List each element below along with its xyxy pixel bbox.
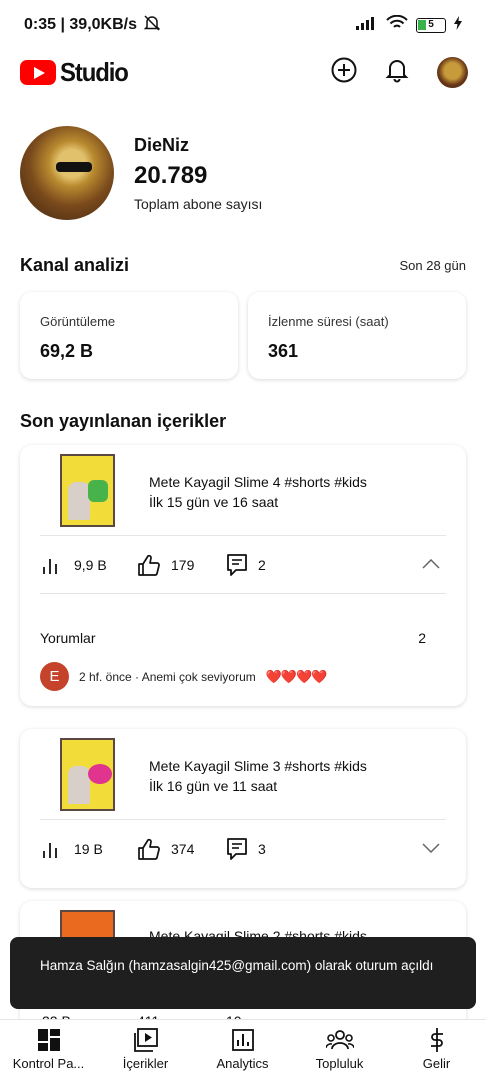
chevron-up-icon[interactable] bbox=[422, 556, 440, 574]
channel-avatar bbox=[20, 126, 114, 220]
recent-title: Son yayınlanan içerikler bbox=[20, 411, 227, 431]
comments-stat: 2 bbox=[226, 553, 266, 577]
channel-info: DieNiz 20.789 Toplam abone sayısı bbox=[134, 135, 262, 212]
header-actions bbox=[331, 56, 468, 88]
status-right: 5 bbox=[356, 14, 462, 36]
views-metric-card[interactable]: Görüntüleme 69,2 B bbox=[20, 292, 238, 379]
nav-label: Gelir bbox=[422, 1056, 451, 1071]
video-age: İlk 15 gün ve 16 saat bbox=[149, 494, 279, 510]
views-stat: 9,9 B bbox=[42, 555, 107, 575]
divider bbox=[40, 593, 446, 594]
comment-text: 2 hf. önce · Anemi çok seviyorum bbox=[79, 669, 256, 684]
comments-value: 2 bbox=[258, 557, 266, 573]
watch-time-metric-card[interactable]: İzlenme süresi (saat) 361 bbox=[248, 292, 466, 379]
recent-header: Son yayınlanan içerikler bbox=[20, 411, 466, 432]
video-stats: 9,9 B 179 2 bbox=[20, 536, 466, 594]
nav-content[interactable]: İçerikler bbox=[97, 1028, 194, 1071]
analytics-header: Kanal analizi Son 28 gün bbox=[20, 255, 466, 276]
bar-chart-icon bbox=[43, 843, 57, 858]
youtube-play-icon bbox=[20, 59, 56, 85]
video-title: Mete Kayagil Slime 3 #shorts #kids bbox=[149, 758, 367, 774]
video-stats: 19 B 374 3 bbox=[20, 820, 466, 878]
video-thumbnail[interactable] bbox=[60, 454, 115, 527]
earn-icon bbox=[430, 1028, 443, 1052]
charging-icon bbox=[454, 15, 462, 35]
commenter-avatar: E bbox=[40, 662, 69, 691]
bell-icon bbox=[385, 59, 409, 82]
account-avatar[interactable] bbox=[437, 56, 468, 88]
comments-count: 2 bbox=[418, 630, 426, 646]
channel-summary[interactable]: DieNiz 20.789 Toplam abone sayısı bbox=[20, 126, 262, 220]
views-stat: 19 B bbox=[42, 839, 103, 859]
logo-text: Studio bbox=[60, 56, 129, 87]
metric-label: Görüntüleme bbox=[40, 314, 116, 329]
nav-earn[interactable]: Gelir bbox=[388, 1028, 485, 1071]
studio-logo[interactable]: Studio bbox=[20, 57, 134, 88]
metric-value: 361 bbox=[268, 341, 299, 361]
battery-level: 5 bbox=[428, 18, 434, 30]
metric-label: İzlenme süresi (saat) bbox=[268, 314, 389, 329]
thumbs-up-icon bbox=[138, 554, 160, 576]
video-card[interactable]: Mete Kayagil Slime 4 #shorts #kids İlk 1… bbox=[20, 445, 466, 706]
metric-value: 69,2 B bbox=[40, 341, 94, 361]
battery-icon: 5 bbox=[416, 17, 446, 33]
analytics-title: Kanal analizi bbox=[20, 255, 130, 275]
video-header[interactable]: Mete Kayagil Slime 4 #shorts #kids İlk 1… bbox=[20, 445, 466, 537]
bottom-nav: Kontrol Pa... İçerikler Analytics Toplul… bbox=[0, 1019, 486, 1080]
nav-label: Topluluk bbox=[315, 1056, 364, 1071]
status-time: 0:35 | 39,0KB/s bbox=[24, 16, 137, 33]
comments-label: Yorumlar bbox=[40, 630, 96, 646]
add-circle-icon bbox=[331, 57, 357, 82]
video-age: İlk 16 gün ve 11 saat bbox=[149, 778, 278, 794]
views-value: 9,9 B bbox=[74, 557, 107, 573]
community-icon bbox=[325, 1030, 354, 1050]
analytics-icon bbox=[231, 1029, 254, 1051]
nav-analytics[interactable]: Analytics bbox=[194, 1028, 291, 1071]
bar-chart-icon bbox=[43, 559, 57, 574]
likes-stat: 179 bbox=[137, 554, 194, 576]
views-value: 19 B bbox=[74, 841, 103, 857]
nav-label: Kontrol Pa... bbox=[12, 1056, 85, 1071]
video-title: Mete Kayagil Slime 4 #shorts #kids bbox=[149, 474, 367, 490]
chevron-down-icon[interactable] bbox=[422, 840, 440, 858]
comments-header[interactable]: Yorumlar 2 bbox=[40, 630, 426, 646]
latest-comment[interactable]: E 2 hf. önce · Anemi çok seviyorum ❤️❤️❤… bbox=[40, 662, 327, 691]
nav-label: Analytics bbox=[216, 1056, 269, 1071]
video-header[interactable]: Mete Kayagil Slime 3 #shorts #kids İlk 1… bbox=[20, 729, 466, 821]
likes-value: 179 bbox=[171, 557, 195, 573]
video-card[interactable]: Mete Kayagil Slime 3 #shorts #kids İlk 1… bbox=[20, 729, 466, 888]
content-icon bbox=[133, 1028, 158, 1052]
likes-value: 374 bbox=[171, 841, 195, 857]
comment-emoji: ❤️❤️❤️❤️ bbox=[265, 668, 328, 684]
toast-message: Hamza Salğın (hamzasalgin425@gmail.com) … bbox=[40, 958, 434, 973]
subscriber-label: Toplam abone sayısı bbox=[134, 195, 263, 212]
dashboard-icon bbox=[37, 1029, 60, 1051]
create-button[interactable] bbox=[331, 57, 357, 88]
channel-name: DieNiz bbox=[134, 134, 190, 155]
nav-dashboard[interactable]: Kontrol Pa... bbox=[0, 1028, 97, 1071]
likes-stat: 374 bbox=[137, 838, 194, 860]
comments-stat: 3 bbox=[226, 837, 266, 861]
nav-label: İçerikler bbox=[122, 1056, 169, 1071]
wifi-icon bbox=[386, 14, 408, 36]
status-bar: 0:35 | 39,0KB/s 5 bbox=[0, 0, 486, 50]
signin-toast: Hamza Salğın (hamzasalgin425@gmail.com) … bbox=[10, 937, 476, 1009]
comment-icon bbox=[227, 838, 247, 860]
mute-icon bbox=[143, 14, 161, 37]
thumbs-up-icon bbox=[138, 838, 160, 860]
comment-icon bbox=[227, 554, 247, 576]
comments-value: 3 bbox=[258, 841, 266, 857]
notifications-button[interactable] bbox=[385, 57, 409, 88]
video-thumbnail[interactable] bbox=[60, 738, 115, 811]
status-left: 0:35 | 39,0KB/s bbox=[24, 14, 161, 37]
signal-icon bbox=[356, 16, 378, 35]
analytics-period: Son 28 gün bbox=[399, 258, 466, 273]
subscriber-count: 20.789 bbox=[134, 161, 208, 189]
app-header: Studio bbox=[0, 50, 486, 94]
nav-community[interactable]: Topluluk bbox=[291, 1028, 388, 1071]
